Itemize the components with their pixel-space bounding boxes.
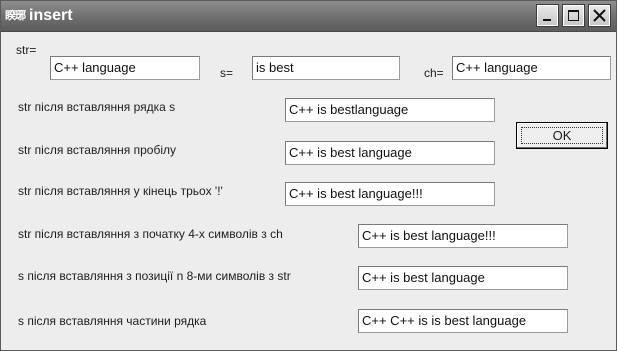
result-field-5[interactable]: C++ is best language (358, 266, 568, 290)
minimize-icon (543, 19, 551, 21)
result-label-2: str після вставляння пробілу (18, 143, 177, 157)
s-input[interactable]: is best (252, 56, 400, 80)
ch-label: ch= (424, 66, 444, 80)
app-icon: 睽琊 (5, 9, 26, 22)
window-title: insert (29, 7, 73, 24)
result-field-6[interactable]: C++ C++ is is best language (358, 309, 568, 333)
ok-button[interactable]: OK (516, 122, 608, 149)
title-bar[interactable]: 睽琊 insert (1, 1, 616, 32)
focus-rectangle (521, 127, 603, 144)
close-button[interactable] (588, 4, 611, 27)
ch-input[interactable]: C++ language (452, 56, 611, 80)
result-field-3[interactable]: C++ is best language!!! (285, 182, 495, 206)
str-input[interactable]: C++ language (50, 56, 200, 80)
result-label-3: str після вставляння у кінець трьох '!' (18, 184, 223, 198)
str-label: str= (16, 43, 37, 57)
result-label-5: s після вставляння з позиції n 8-ми симв… (18, 269, 291, 283)
result-label-4: str після вставляння з початку 4-х симво… (18, 227, 283, 241)
minimize-button[interactable] (536, 4, 559, 27)
result-field-1[interactable]: C++ is bestlanguage (285, 98, 495, 122)
insert-window: 睽琊 insert str= C++ language s= is best c… (0, 0, 617, 351)
s-label: s= (220, 66, 234, 80)
result-label-1: str після вставляння рядка s (18, 100, 176, 114)
maximize-button[interactable] (562, 4, 585, 27)
result-label-6: s після вставляння частини рядка (18, 314, 207, 328)
close-icon (593, 9, 606, 22)
result-field-4[interactable]: C++ is best language!!! (358, 224, 568, 248)
maximize-icon (568, 10, 579, 21)
result-field-2[interactable]: C++ is best language (285, 141, 495, 165)
